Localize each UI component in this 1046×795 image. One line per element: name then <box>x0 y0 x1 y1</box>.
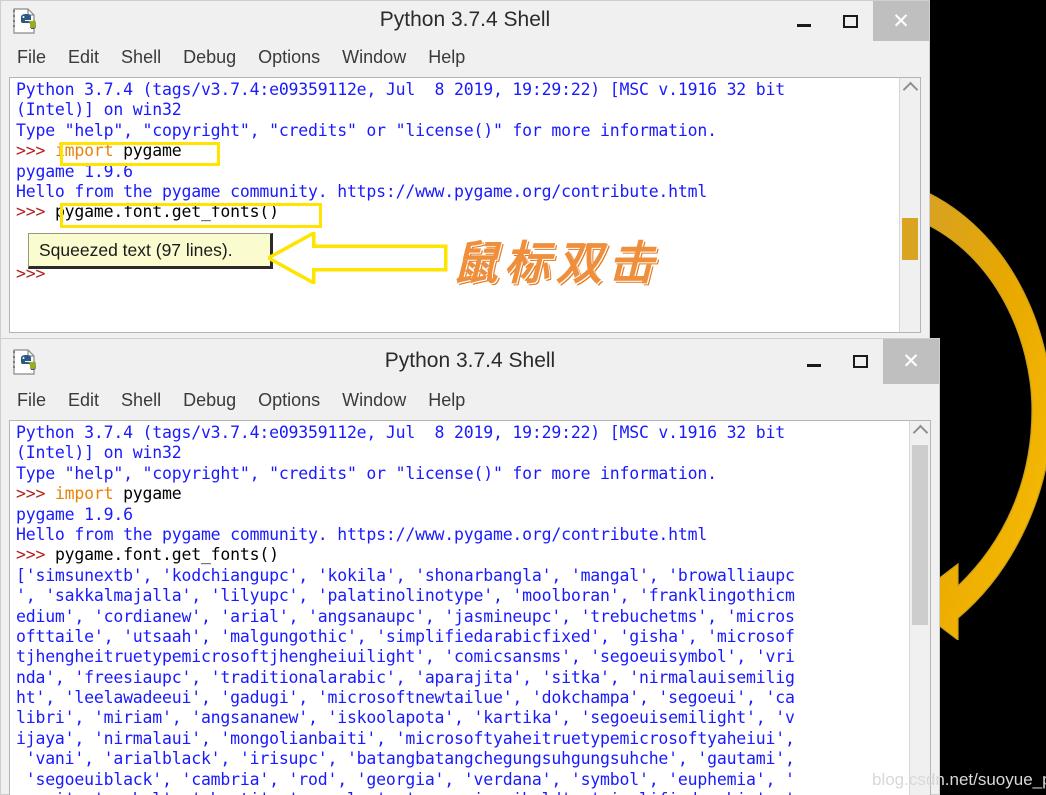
chinese-annotation-text: 鼠标双击 <box>452 236 660 290</box>
menu-debug[interactable]: Debug <box>183 388 250 413</box>
shell-line: Type "help", "copyright", "credits" or "… <box>16 463 717 483</box>
close-icon: ✕ <box>902 350 920 373</box>
shell-output-area-top[interactable]: Python 3.7.4 (tags/v3.7.4:e09359112e, Ju… <box>9 77 921 333</box>
close-icon: ✕ <box>892 9 910 33</box>
shell-line: ofttaile', 'utsaah', 'malgungothic', 'si… <box>16 626 795 646</box>
scrollbar-thumb[interactable] <box>902 218 918 260</box>
shell-line: ijaya', 'nirmalaui', 'mongolianbaiti', '… <box>16 728 795 748</box>
menu-debug[interactable]: Debug <box>183 45 250 70</box>
shell-line: pygame 1.9.6 <box>16 161 133 181</box>
squeezed-text-button[interactable]: Squeezed text (97 lines). <box>28 233 273 269</box>
watermark-text: blog.csdn.net/suoyue_py <box>872 770 1046 789</box>
screenshot-root: Python 3.7.4 Shell ✕ File Edit Shell Deb… <box>0 0 1046 795</box>
shell-line: >>> pygame.font.get_fonts() <box>16 545 279 565</box>
titlebar-top[interactable]: Python 3.7.4 Shell ✕ <box>1 1 929 41</box>
shell-line: Hello from the pygame community. https:/… <box>16 181 708 201</box>
shell-line: ['simsunextb', 'kodchiangupc', 'kokila',… <box>16 565 795 585</box>
minimize-icon <box>807 364 821 367</box>
menu-window[interactable]: Window <box>342 45 420 70</box>
shell-line: >>> import pygame <box>16 141 182 161</box>
close-button[interactable]: ✕ <box>883 339 939 384</box>
menubar-bottom: File Edit Shell Debug Options Window Hel… <box>1 384 939 416</box>
menu-edit[interactable]: Edit <box>68 45 113 70</box>
maximize-icon <box>852 355 868 368</box>
shell-line: Python 3.7.4 (tags/v3.7.4:e09359112e, Ju… <box>16 80 785 99</box>
scroll-up-button[interactable] <box>910 421 930 441</box>
menu-options[interactable]: Options <box>258 45 334 70</box>
window-controls-top: ✕ <box>781 1 929 41</box>
maximize-button[interactable] <box>827 1 873 41</box>
minimize-button[interactable] <box>781 1 827 41</box>
close-button[interactable]: ✕ <box>873 1 929 41</box>
scroll-up-button[interactable] <box>900 78 920 98</box>
shell-line: Hello from the pygame community. https:/… <box>16 524 708 544</box>
minimize-button[interactable] <box>791 339 837 384</box>
menu-file[interactable]: File <box>17 388 60 413</box>
vertical-scrollbar-bottom[interactable] <box>909 421 930 795</box>
menu-help[interactable]: Help <box>428 388 479 413</box>
shell-line: libri', 'miriam', 'angsananew', 'iskoola… <box>16 708 795 728</box>
maximize-button[interactable] <box>837 339 883 384</box>
chevron-up-icon <box>902 81 918 98</box>
shell-line: nda', 'freesiaupc', 'traditionalarabic',… <box>16 667 795 687</box>
shell-line: tjhengheitruetypemicrosoftjhengheiuiligh… <box>16 647 795 667</box>
shell-line: (Intel)] on win32 <box>16 100 182 120</box>
shell-line: >>> import pygame <box>16 484 182 504</box>
window-controls-bottom: ✕ <box>791 339 939 384</box>
menu-file[interactable]: File <box>17 45 60 70</box>
shell-line: pygame 1.9.6 <box>16 504 133 524</box>
yellow-left-arrow-icon <box>264 230 448 286</box>
chevron-up-icon <box>912 424 928 441</box>
menu-help[interactable]: Help <box>428 45 479 70</box>
menu-edit[interactable]: Edit <box>68 388 113 413</box>
minimize-icon <box>797 23 811 27</box>
shell-line: xcrvi', 'corbel', 'shruti', 'consolas', … <box>16 790 908 795</box>
shell-line: (Intel)] on win32 <box>16 443 182 463</box>
vertical-scrollbar-top[interactable] <box>899 78 920 332</box>
shell-line: ', 'sakkalmajalla', 'lilyupc', 'palatino… <box>16 586 795 606</box>
menu-options[interactable]: Options <box>258 388 334 413</box>
shell-line: >>> pygame.font.get_fonts() <box>16 202 279 222</box>
maximize-icon <box>842 14 858 28</box>
menu-shell[interactable]: Shell <box>121 45 175 70</box>
scrollbar-thumb[interactable] <box>912 445 928 625</box>
shell-line: 'segoeuiblack', 'cambria', 'rod', 'georg… <box>16 769 795 789</box>
shell-line: 'vani', 'arialblack', 'irisupc', 'batang… <box>16 749 795 769</box>
shell-line: edium', 'cordianew', 'arial', 'angsanaup… <box>16 606 795 626</box>
shell-text-bottom: Python 3.7.4 (tags/v3.7.4:e09359112e, Ju… <box>16 423 908 795</box>
shell-output-area-bottom[interactable]: Python 3.7.4 (tags/v3.7.4:e09359112e, Ju… <box>9 420 931 795</box>
menu-shell[interactable]: Shell <box>121 388 175 413</box>
shell-line: ht', 'leelawadeeui', 'gadugi', 'microsof… <box>16 688 795 708</box>
menubar-top: File Edit Shell Debug Options Window Hel… <box>1 41 929 73</box>
menu-window[interactable]: Window <box>342 388 420 413</box>
titlebar-bottom[interactable]: Python 3.7.4 Shell ✕ <box>1 339 939 384</box>
shell-line: Python 3.7.4 (tags/v3.7.4:e09359112e, Ju… <box>16 423 785 442</box>
shell-line: Type "help", "copyright", "credits" or "… <box>16 120 717 140</box>
idle-shell-window-bottom: Python 3.7.4 Shell ✕ File Edit Shell Deb… <box>0 338 940 795</box>
